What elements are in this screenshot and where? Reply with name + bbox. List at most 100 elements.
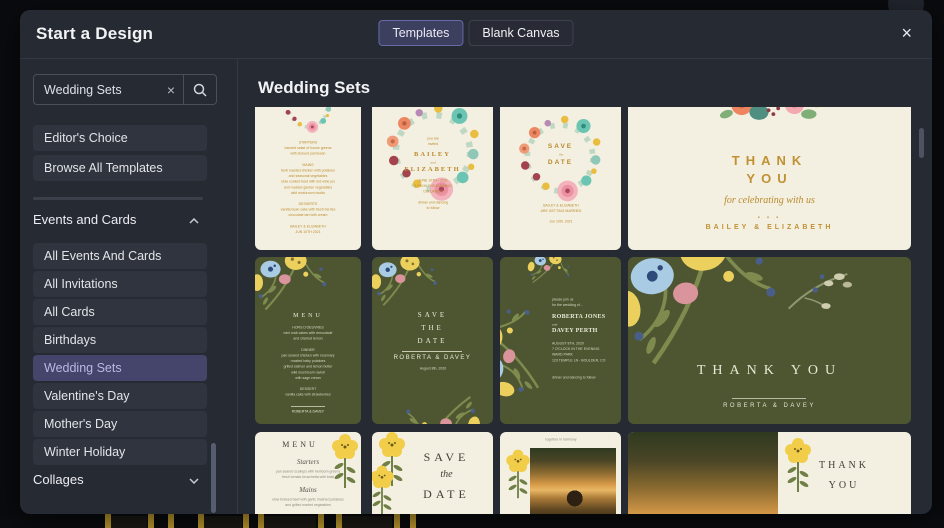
- template-card-menu-wreath[interactable]: MENU STARTERS harvest salad of house gre…: [255, 107, 361, 250]
- invite-intro: you are invited: [426, 137, 439, 147]
- sidebar-divider: [33, 197, 203, 200]
- invite-name: ELIZABETH: [404, 166, 461, 173]
- template-card-menu-olive[interactable]: MENU HORS D'OEUVRES mini crab cakes with…: [255, 257, 361, 424]
- thank-line1: THANK: [731, 153, 808, 168]
- close-icon[interactable]: ×: [901, 21, 912, 45]
- template-card-save-the-date-wreath[interactable]: SAVE the DATE BAILEY & ELIZABETH ARE GET…: [500, 107, 621, 250]
- thank-names: ROBERTA & DAVEY: [723, 403, 816, 409]
- section-collages[interactable]: Collages: [33, 472, 207, 492]
- section-script: Starters: [296, 458, 320, 466]
- sidebar-item-all-invitations[interactable]: All Invitations: [33, 271, 207, 297]
- sidebar-item-wedding-sets[interactable]: Wedding Sets: [33, 355, 207, 381]
- background-pencil: [258, 514, 264, 528]
- clear-search-icon[interactable]: ×: [159, 82, 183, 98]
- template-gallery: Wedding Sets MENU STARTERS harvest salad…: [238, 58, 932, 514]
- section-script: Mains: [299, 486, 317, 494]
- menu-text: HORS D'OEUVRES mini crab cakes with remo…: [281, 326, 335, 397]
- desktop-background: [0, 514, 944, 528]
- date-label: DATE: [423, 487, 470, 501]
- watercolor-flowers-illustration: [628, 257, 800, 419]
- sidebar-item-mothers-day[interactable]: Mother's Day: [33, 411, 207, 437]
- save-label: SAVE: [423, 450, 470, 464]
- modal-header: Start a Design Templates Blank Canvas ×: [20, 10, 932, 59]
- std-date: Jun 10th, 2021: [548, 220, 573, 224]
- dots: • • •: [757, 215, 782, 221]
- page-title: Start a Design: [36, 24, 154, 43]
- thank-names: BAILEY & ELIZABETH: [705, 224, 834, 231]
- background-pencil: [336, 514, 342, 528]
- date-label: DATE: [547, 159, 574, 166]
- invite-and: and: [552, 322, 558, 327]
- landscape-photo: [628, 432, 778, 514]
- chevron-down-icon: [189, 478, 199, 484]
- template-card-save-the-date-yellow[interactable]: SAVE the DATE: [372, 432, 493, 514]
- chevron-up-icon: [189, 218, 199, 224]
- template-card-photo-invitation[interactable]: together in harmony: [500, 432, 621, 514]
- divider-rule: [402, 351, 462, 352]
- template-card-menu-yellow[interactable]: MENU Starters pan seared scallops with h…: [255, 432, 361, 514]
- template-card-thank-you-olive[interactable]: THANK YOU ROBERTA & DAVEY: [628, 257, 911, 424]
- std-date: August 8th, 2020: [419, 367, 446, 371]
- watercolor-flowers-illustration: [255, 257, 328, 311]
- floral-wreath-illustration: [282, 107, 333, 135]
- template-card-invitation-wreath[interactable]: you are invited BAILEY and ELIZABETH JUN…: [372, 107, 493, 250]
- std-names: ROBERTA & DAVEY: [393, 355, 472, 361]
- template-card-save-the-date-olive[interactable]: SAVE THE DATE ROBERTA & DAVEY August 8th…: [372, 257, 493, 424]
- sidebar-item-birthdays[interactable]: Birthdays: [33, 327, 207, 353]
- search-input[interactable]: [34, 82, 159, 97]
- search-icon[interactable]: [184, 83, 216, 97]
- template-card-thank-you-cream[interactable]: THANK YOU for celebrating with us • • • …: [628, 107, 911, 250]
- sidebar-item-valentines-day[interactable]: Valentine's Day: [33, 383, 207, 409]
- divider-rule: [732, 398, 806, 399]
- tab-blank-canvas[interactable]: Blank Canvas: [468, 20, 574, 46]
- background-pencil: [394, 514, 400, 528]
- flower-cluster-illustration: [719, 107, 819, 120]
- menu-names: ROBERTA & DAVEY: [291, 410, 325, 414]
- invite-note: dinner and dancing to follow: [417, 201, 448, 211]
- tab-templates[interactable]: Templates: [378, 20, 464, 46]
- section-lines: pan seared scallops with heirloom greens…: [275, 470, 341, 480]
- the-label: THE: [421, 324, 444, 332]
- invite-note: dinner and dancing to follow: [552, 376, 596, 380]
- background-pencil: [148, 514, 154, 528]
- invite-and: and: [429, 160, 436, 165]
- berry-sprig-illustration: [787, 273, 852, 310]
- yellow-flower-illustration: [505, 448, 531, 500]
- gallery-heading: Wedding Sets: [258, 78, 371, 97]
- invite-details: JUNE 10TH - 2021 3 PM IN THE EVENING COL…: [413, 179, 452, 194]
- background-pencil: [318, 514, 324, 528]
- background-pencil: [410, 514, 416, 528]
- couple-photo: [530, 448, 616, 514]
- std-details: BAILEY & ELIZABETH ARE GETTING MARRIED: [540, 204, 581, 214]
- section-label: Events and Cards: [33, 212, 137, 227]
- gallery-scrollbar[interactable]: [919, 128, 924, 158]
- background-photo-fragment: [204, 516, 242, 528]
- background-photo-fragment: [111, 516, 147, 528]
- invite-details: AUGUST 8TH, 2020 7 O'CLOCK IN THE EVENIN…: [552, 342, 606, 363]
- sidebar-item-all-events-and-cards[interactable]: All Events And Cards: [33, 243, 207, 269]
- background-pencil: [243, 514, 249, 528]
- invite-name: DAVEY PERTH: [552, 328, 598, 334]
- background-pencil: [168, 514, 174, 528]
- sidebar-item-all-cards[interactable]: All Cards: [33, 299, 207, 325]
- background-pencil: [198, 514, 204, 528]
- tab-group: Templates Blank Canvas: [378, 20, 574, 46]
- template-card-invitation-olive[interactable]: please join us for the wedding of... ROB…: [500, 257, 621, 424]
- the-label: the: [558, 152, 563, 157]
- section-events-and-cards[interactable]: Events and Cards: [33, 212, 207, 232]
- photo-card-caption: together in harmony: [544, 438, 577, 442]
- menu-text: STARTERS harvest salad of house greens w…: [280, 141, 336, 234]
- sidebar-item-winter-holiday[interactable]: Winter Holiday: [33, 439, 207, 465]
- thank-line2: YOU: [746, 171, 793, 186]
- invite-name: ROBERTA JONES: [552, 314, 606, 320]
- thank-line1: THANK: [819, 460, 869, 471]
- floral-wreath-illustration: [513, 111, 607, 205]
- sidebar-item-browse-all[interactable]: Browse All Templates: [33, 155, 207, 181]
- sidebar-scrollbar[interactable]: [211, 443, 216, 513]
- section-lines: slow braised beef with garlic mashed pot…: [272, 498, 344, 508]
- date-label: DATE: [417, 337, 448, 345]
- save-label: SAVE: [547, 143, 574, 150]
- save-label: SAVE: [417, 311, 448, 319]
- template-card-photo-thank-you[interactable]: THANK YOU: [628, 432, 911, 514]
- sidebar-item-editors-choice[interactable]: Editor's Choice: [33, 125, 207, 151]
